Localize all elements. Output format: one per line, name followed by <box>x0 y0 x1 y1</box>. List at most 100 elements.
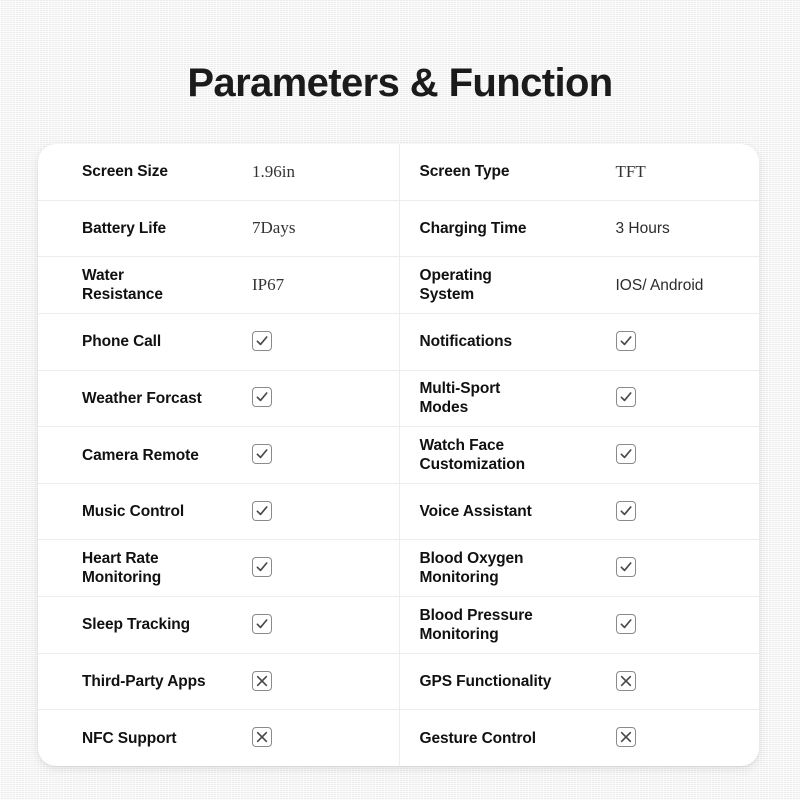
spec-cell-gesture-control: Gesture Control <box>398 710 760 766</box>
checkbox-checked-icon[interactable] <box>252 444 272 465</box>
spec-label: Screen Type <box>419 163 510 181</box>
spec-cell-screen-size: Screen Size 1.96in <box>38 144 399 200</box>
checkbox-cross-icon[interactable] <box>615 727 636 748</box>
spec-label: Phone Call <box>82 333 162 351</box>
spec-value: IP67 <box>252 275 399 295</box>
spec-value-mark <box>252 330 399 353</box>
checkbox-cross-icon[interactable] <box>252 670 272 691</box>
table-row: Third-Party Apps GPS Functionality <box>38 653 760 711</box>
spec-label: Water Resistance <box>82 267 163 304</box>
spec-value-mark <box>252 670 399 693</box>
spec-value-mark <box>252 727 399 749</box>
spec-value-text: TFT <box>615 161 646 181</box>
spec-cell-gps-functionality: GPS Functionality <box>398 653 760 710</box>
spec-cell-blood-pressure-monitoring: Blood Pressure Monitoring <box>398 597 760 653</box>
spec-value-text: 7Days <box>252 218 296 238</box>
page-title: Parameters & Function <box>187 61 613 105</box>
checkbox-checked-icon[interactable] <box>252 613 272 634</box>
checkbox-checked-icon[interactable] <box>615 557 636 578</box>
spec-cell-nfc-support: NFC Support <box>38 710 399 766</box>
spec-value-text: 1.96in <box>252 161 295 181</box>
spec-label: Voice Assistant <box>419 503 532 521</box>
spec-cell-screen-type: Screen Type TFT <box>398 144 760 200</box>
checkbox-checked-icon[interactable] <box>615 613 636 634</box>
spec-value-mark <box>615 330 760 353</box>
checkbox-checked-icon[interactable] <box>615 387 636 408</box>
spec-cell-charging-time: Charging Time 3 Hours <box>398 200 760 257</box>
table-row: Heart Rate Monitoring Blood Oxygen Monito… <box>38 540 760 598</box>
spec-label: Weather Forcast <box>82 389 202 407</box>
spec-cell-phone-call: Phone Call <box>38 314 399 370</box>
spec-cell-blood-oxygen-monitoring: Blood Oxygen Monitoring <box>398 540 760 597</box>
spec-value: IOS/ Android <box>616 276 760 295</box>
checkbox-checked-icon[interactable] <box>252 330 272 351</box>
spec-value-mark <box>615 670 760 693</box>
spec-label: NFC Support <box>82 729 177 747</box>
table-row: Sleep Tracking Blood Pressure Monitoring <box>38 597 759 654</box>
checkbox-checked-icon[interactable] <box>615 444 636 465</box>
spec-value-text: IOS/ Android <box>615 276 704 294</box>
spec-cell-battery-life: Battery Life 7Days <box>38 201 399 257</box>
table-row: Music Control Voice Assistant <box>38 483 760 541</box>
checkbox-cross-icon[interactable] <box>615 670 636 691</box>
spec-value-mark <box>615 727 760 749</box>
spec-label: Battery Life <box>82 219 167 237</box>
spec-label: Multi-Sport Modes <box>419 380 501 417</box>
spec-sheet-page: Parameters & Function Screen Size 1.96in S… <box>0 0 800 800</box>
table-row: Screen Size 1.96in Screen Type TFT <box>38 144 759 201</box>
spec-label: Operating System <box>419 267 492 304</box>
spec-value: 1.96in <box>252 162 399 182</box>
spec-cell-operating-system: Operating System IOS/ Android <box>398 257 760 313</box>
spec-cell-sleep-tracking: Sleep Tracking <box>38 597 399 653</box>
spec-label: Gesture Control <box>419 729 537 747</box>
spec-cell-heart-rate-monitoring: Heart Rate Monitoring <box>38 540 399 596</box>
spec-value-mark <box>615 387 760 409</box>
checkbox-checked-icon[interactable] <box>252 557 272 578</box>
spec-value: 3 Hours <box>616 219 760 238</box>
spec-value: 7Days <box>252 218 399 238</box>
specification-table-card: Screen Size 1.96in Screen Type TFT Battery L… <box>38 144 759 766</box>
spec-label: Blood Oxygen Monitoring <box>419 550 524 587</box>
table-row: NFC Support Gesture Control <box>38 710 759 766</box>
spec-cell-watch-face-customization: Watch Face Customization <box>398 427 760 483</box>
spec-cell-voice-assistant: Voice Assistant <box>398 483 760 540</box>
spec-cell-weather-forcast: Weather Forcast <box>38 371 399 427</box>
spec-label: Third-Party Apps <box>82 673 206 691</box>
spec-label: GPS Functionality <box>419 673 552 691</box>
spec-value-mark <box>252 557 399 579</box>
spec-label: Blood Pressure Monitoring <box>419 606 533 643</box>
spec-cell-multi-sport-modes: Multi-Sport Modes <box>398 370 760 427</box>
spec-cell-music-control: Music Control <box>38 484 399 540</box>
spec-label: Notifications <box>419 333 513 351</box>
spec-cell-notifications: Notifications <box>398 313 760 370</box>
spec-value-mark <box>615 500 760 523</box>
table-row: Camera Remote Watch Face Customization <box>38 427 759 484</box>
spec-label: Music Control <box>82 503 185 521</box>
table-row: Battery Life 7Days Charging Time 3 Hours <box>38 200 760 258</box>
table-row: Weather Forcast Multi-Sport Modes <box>38 370 760 428</box>
spec-value-text: 3 Hours <box>615 219 670 237</box>
checkbox-checked-icon[interactable] <box>615 500 636 521</box>
spec-value-mark <box>252 387 399 409</box>
table-row: Water Resistance IP67 Operating System IOS/… <box>38 257 759 314</box>
checkbox-checked-icon[interactable] <box>252 500 272 521</box>
spec-label: Camera Remote <box>82 446 199 464</box>
spec-label: Screen Size <box>82 163 168 181</box>
table-row: Phone Call Notifications <box>38 313 760 371</box>
checkbox-cross-icon[interactable] <box>252 727 272 748</box>
spec-label: Sleep Tracking <box>82 616 191 634</box>
spec-cell-water-resistance: Water Resistance IP67 <box>38 257 399 313</box>
spec-value-mark <box>615 557 760 579</box>
spec-value-mark <box>615 613 760 636</box>
checkbox-checked-icon[interactable] <box>615 330 636 351</box>
spec-value-mark <box>252 444 399 466</box>
spec-value-mark <box>252 500 399 523</box>
spec-cell-third-party-apps: Third-Party Apps <box>38 654 399 710</box>
spec-value-mark <box>252 613 399 636</box>
checkbox-checked-icon[interactable] <box>252 387 272 408</box>
spec-cell-camera-remote: Camera Remote <box>38 427 399 483</box>
spec-value-text: IP67 <box>252 275 285 295</box>
spec-label: Watch Face Customization <box>419 437 526 474</box>
spec-label: Charging Time <box>419 219 527 237</box>
spec-value: TFT <box>616 162 760 182</box>
